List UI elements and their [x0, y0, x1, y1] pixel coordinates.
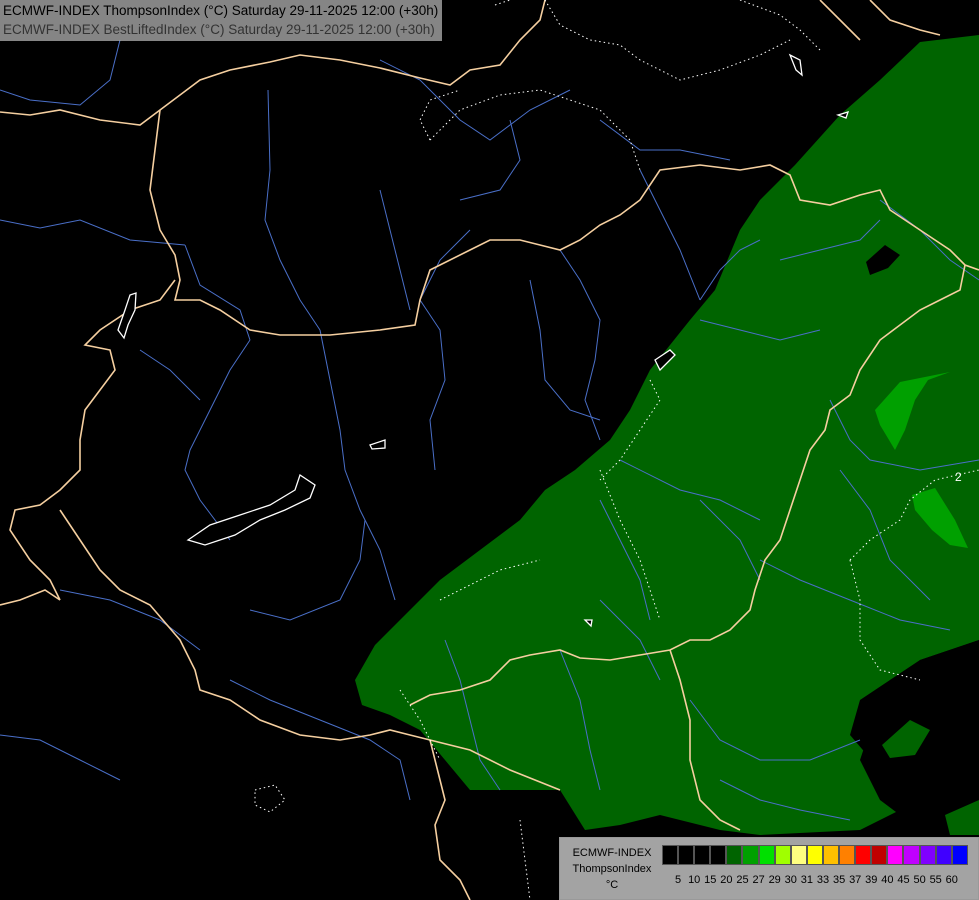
legend-swatch	[919, 845, 936, 865]
legend-tick-label: 45	[897, 874, 910, 886]
legend-tick-label: 30	[784, 874, 797, 886]
legend-ticks: 5 10 15 20 25 27 29 30 31 33 35 37 39 40 45 50 55 60	[662, 874, 979, 888]
legend-tick-label: 40	[881, 874, 894, 886]
legend-title-param: ThompsonIndex	[572, 863, 652, 875]
legend-tick-label: 29	[768, 874, 781, 886]
color-legend: ECMWF-INDEX ThompsonIndex °C 5 10 15 20 25 27…	[559, 837, 979, 900]
legend-tick-label: 50	[913, 874, 926, 886]
legend-swatch	[855, 845, 872, 865]
legend-swatch	[742, 845, 759, 865]
header-line-1: ECMWF-INDEX ThompsonIndex (°C) Saturday …	[3, 3, 439, 18]
legend-swatch	[806, 845, 823, 865]
legend-tick-label: 55	[929, 874, 942, 886]
header-line-2: ECMWF-INDEX BestLiftedIndex (°C) Saturda…	[3, 22, 435, 37]
legend-tick-label: 27	[752, 874, 765, 886]
legend-swatch	[822, 845, 840, 865]
legend-tick-label: 35	[832, 874, 846, 886]
legend-swatch	[726, 845, 743, 865]
legend-tick-label: 37	[849, 874, 862, 886]
legend-swatch	[758, 845, 775, 865]
legend-swatch	[871, 845, 888, 865]
legend-swatch	[774, 845, 791, 865]
legend-tick-label: 39	[865, 874, 878, 886]
legend-title-model: ECMWF-INDEX	[572, 847, 652, 859]
legend-tick-label: 20	[720, 874, 733, 886]
legend-swatch	[951, 845, 968, 865]
legend-tick-label: 15	[704, 874, 717, 886]
legend-swatch	[903, 845, 920, 865]
map-header: ECMWF-INDEX ThompsonIndex (°C) Saturday …	[0, 0, 443, 41]
legend-swatch	[839, 845, 856, 865]
legend-swatch	[710, 845, 727, 865]
legend-unit: °C	[605, 879, 619, 891]
legend-swatches	[662, 845, 968, 867]
legend-tick-label: 33	[816, 874, 830, 886]
contour-label: 2	[955, 470, 962, 484]
legend-swatch	[790, 845, 807, 865]
legend-swatch	[678, 845, 695, 865]
legend-swatch	[887, 845, 904, 865]
legend-tick-label: 25	[736, 874, 749, 886]
legend-tick-label: 5	[675, 874, 682, 886]
legend-tick-label: 31	[800, 874, 814, 886]
legend-swatch	[662, 845, 679, 865]
legend-swatch	[694, 845, 711, 865]
weather-map: 2	[0, 0, 979, 900]
legend-swatch	[935, 845, 952, 865]
legend-tick-label: 10	[688, 874, 701, 886]
legend-tick-label: 60	[945, 874, 958, 886]
